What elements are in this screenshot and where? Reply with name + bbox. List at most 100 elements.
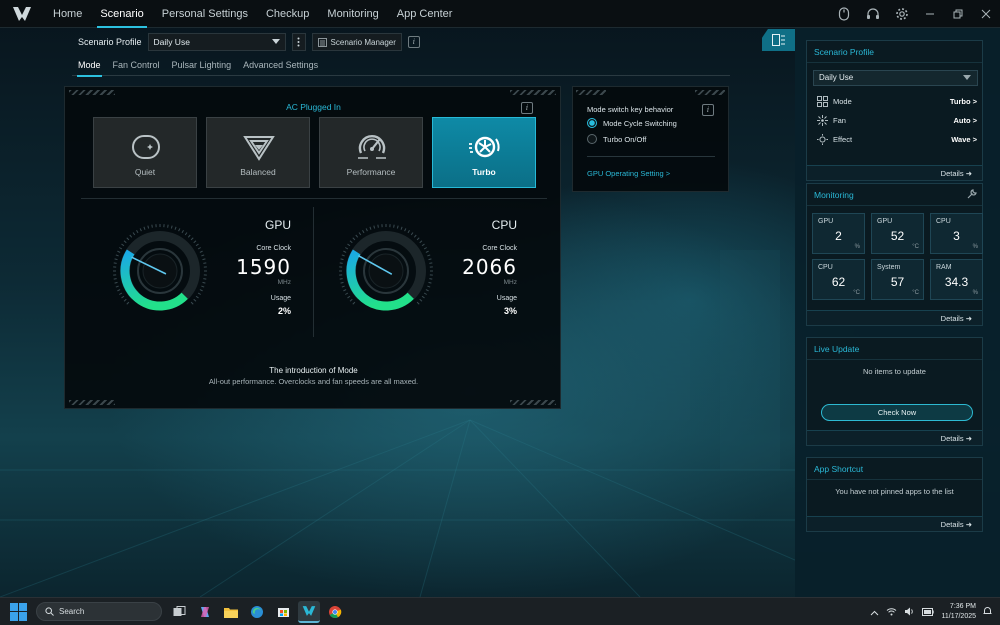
- task-view-icon[interactable]: [168, 601, 190, 623]
- details-label: Details: [940, 434, 964, 443]
- predatorsense-taskbar-icon[interactable]: [298, 600, 320, 623]
- app-shortcut-details-link[interactable]: Details ➜: [807, 516, 982, 531]
- minimize-icon[interactable]: [916, 0, 944, 28]
- gauge-tick: [341, 285, 345, 288]
- monitor-value: 57: [890, 275, 905, 289]
- cpu-core-clock-label: Core Clock: [482, 245, 517, 252]
- gauge-tick: [187, 234, 191, 238]
- arrow-right-icon: ➜: [965, 434, 972, 443]
- scenario-profile-value: Daily Use: [153, 37, 190, 47]
- close-icon[interactable]: [972, 0, 1000, 28]
- gauge-tick: [119, 292, 123, 295]
- gauge-tick: [195, 243, 199, 247]
- radio-turbo-on-off[interactable]: Turbo On/Off: [587, 134, 646, 144]
- effect-sun-icon: [817, 134, 828, 145]
- mode-quiet-button[interactable]: Quiet: [93, 117, 197, 188]
- scenario-profile-bar: Scenario Profile Daily Use Scenario Mana…: [78, 32, 420, 52]
- sidebar-scenario-dropdown[interactable]: Daily Use: [813, 70, 978, 86]
- headset-icon[interactable]: [858, 0, 887, 28]
- wifi-icon[interactable]: [886, 603, 897, 621]
- clock-time: 7:36 PM: [949, 603, 976, 610]
- gauge-tick: [170, 225, 173, 229]
- details-label: Details: [940, 520, 964, 529]
- monitor-label: RAM: [936, 264, 952, 271]
- monitor-unit: °C: [912, 290, 919, 296]
- gpu-operating-setting-link[interactable]: GPU Operating Setting >: [587, 169, 670, 178]
- mode-balanced-button[interactable]: Balanced: [206, 117, 310, 188]
- scenario-row-effect[interactable]: Effect Wave >: [817, 134, 977, 145]
- microsoft-store-icon[interactable]: [272, 601, 294, 623]
- subtab-advanced-settings[interactable]: Advanced Settings: [237, 58, 324, 76]
- mode-turbo-label: Turbo: [472, 167, 496, 177]
- scenario-row-label: Mode: [833, 97, 852, 106]
- divider: [587, 156, 715, 157]
- gauge-tick: [190, 301, 194, 305]
- monitoring-details-link[interactable]: Details ➜: [807, 310, 982, 325]
- check-now-button[interactable]: Check Now: [821, 404, 973, 421]
- settings-gear-icon[interactable]: [887, 0, 916, 28]
- nav-tab-monitoring[interactable]: Monitoring: [318, 0, 387, 28]
- volume-icon[interactable]: [904, 603, 915, 621]
- live-update-details-link[interactable]: Details ➜: [807, 430, 982, 445]
- notification-bell-icon[interactable]: [983, 603, 992, 621]
- gauge-tick: [419, 298, 423, 302]
- scenario-profile-card-title: Scenario Profile: [807, 41, 982, 63]
- radio-unchecked-icon: [587, 134, 597, 144]
- chrome-browser-icon[interactable]: [324, 601, 346, 623]
- scenario-profile-dropdown[interactable]: Daily Use: [147, 33, 286, 51]
- key-behavior-info-icon[interactable]: i: [702, 104, 714, 116]
- windows-start-icon[interactable]: [10, 602, 28, 621]
- restore-icon[interactable]: [944, 0, 972, 28]
- monitor-label: System: [877, 264, 901, 271]
- nav-tab-home[interactable]: Home: [44, 0, 91, 28]
- clock-date: 11/17/2025: [941, 613, 976, 620]
- details-label: Details: [940, 314, 964, 323]
- file-explorer-icon[interactable]: [220, 601, 242, 623]
- wrench-icon[interactable]: [967, 189, 977, 199]
- scenario-row-value: Auto >: [953, 116, 977, 125]
- search-icon: [45, 607, 54, 616]
- nav-tab-checkup[interactable]: Checkup: [257, 0, 318, 28]
- gauge-tick: [190, 237, 194, 241]
- cpu-usage-value: 3%: [503, 306, 517, 316]
- edge-browser-icon[interactable]: [246, 601, 268, 623]
- nav-tab-personal-settings[interactable]: Personal Settings: [153, 0, 257, 28]
- battery-icon[interactable]: [922, 603, 935, 621]
- monitoring-card-title: Monitoring: [807, 184, 982, 206]
- scenario-profile-card: Scenario Profile Daily Use Mode Turbo > …: [806, 40, 983, 181]
- info-icon[interactable]: i: [407, 36, 420, 48]
- scenario-row-mode[interactable]: Mode Turbo >: [817, 96, 977, 107]
- scenario-manager-button[interactable]: Scenario Manager: [311, 33, 402, 51]
- chevron-up-icon[interactable]: [870, 603, 879, 621]
- live-update-empty-text: No items to update: [863, 367, 926, 376]
- radio-mode-cycle-switching[interactable]: Mode Cycle Switching: [587, 118, 677, 128]
- subtab-pulsar-lighting[interactable]: Pulsar Lighting: [166, 58, 238, 76]
- monitor-value: 52: [890, 229, 905, 243]
- mode-intro-title: The introduction of Mode: [269, 366, 358, 375]
- scenario-profile-label: Scenario Profile: [78, 37, 142, 47]
- monitor-value: 2: [835, 229, 842, 243]
- nav-tab-app-center[interactable]: App Center: [388, 0, 462, 28]
- mode-info-icon[interactable]: i: [521, 102, 533, 114]
- predator-logo-icon: [0, 0, 44, 28]
- monitor-unit: %: [972, 290, 978, 296]
- subtab-mode[interactable]: Mode: [72, 58, 107, 77]
- sidebar-toggle-button[interactable]: [762, 29, 795, 51]
- subtab-fan-control[interactable]: Fan Control: [107, 58, 166, 76]
- gauge-tick: [119, 247, 123, 250]
- gauge-tick: [355, 234, 359, 238]
- scenario-row-fan[interactable]: Fan Auto >: [817, 115, 977, 126]
- scenario-details-link[interactable]: Details ➜: [807, 165, 982, 180]
- nav-tab-scenario[interactable]: Scenario: [91, 0, 152, 28]
- more-options-icon[interactable]: [291, 33, 306, 51]
- scenario-subtabs: Mode Fan Control Pulsar Lighting Advance…: [72, 58, 730, 77]
- copilot-icon[interactable]: [194, 601, 216, 623]
- mouse-icon[interactable]: [829, 0, 858, 28]
- taskbar-search-box[interactable]: Search: [36, 602, 162, 621]
- taskbar-clock[interactable]: 7:36 PM 11/17/2025: [941, 602, 976, 622]
- mode-performance-button[interactable]: Performance: [319, 117, 423, 188]
- gauge-tick: [410, 232, 414, 236]
- gauge-tick: [126, 301, 130, 305]
- monitor-unit: %: [972, 244, 978, 250]
- mode-turbo-button[interactable]: Turbo: [432, 117, 536, 188]
